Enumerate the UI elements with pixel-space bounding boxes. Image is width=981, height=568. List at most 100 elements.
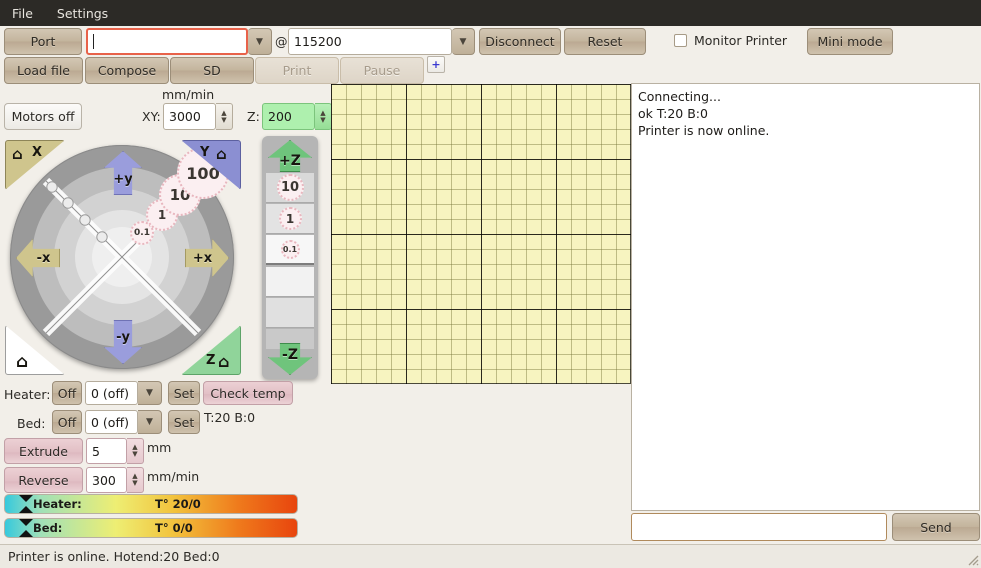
motors-off-button[interactable]: Motors off (4, 103, 82, 130)
xy-speed-label: XY: (142, 109, 161, 124)
gauge-marker-top-icon (19, 519, 33, 526)
home-icon: ⌂ (12, 145, 23, 163)
bed-off-button[interactable]: Off (52, 410, 82, 434)
heater-gauge-value: T° 20/0 (155, 497, 201, 511)
status-bar: Printer is online. Hotend:20 Bed:0 (0, 544, 981, 568)
z-step-10-cell[interactable]: 10 (266, 173, 314, 203)
stepper-down-icon: ▼ (320, 117, 325, 124)
z-step-10-button[interactable]: 10 (277, 174, 304, 201)
z-step-01-button[interactable]: 0.1 (281, 240, 300, 259)
jog-plus-y-label: +y (113, 172, 132, 187)
z-speed-label: Z: (247, 109, 260, 124)
command-input[interactable] (631, 513, 887, 541)
baud-dropdown-arrow[interactable]: ▼ (452, 28, 475, 55)
bed-label: Bed: (17, 416, 45, 431)
temperature-readout: T:20 B:0 (204, 410, 255, 425)
heater-temp-dropdown-arrow[interactable]: ▼ (138, 381, 162, 405)
z-speed-stepper[interactable]: ▲ ▼ (315, 103, 332, 130)
reset-button[interactable]: Reset (564, 28, 646, 55)
at-symbol: @ (275, 34, 288, 49)
console-log[interactable]: Connecting... ok T:20 B:0 Printer is now… (631, 83, 980, 511)
heater-label: Heater: (4, 387, 50, 402)
z-step-1-cell[interactable]: 1 (266, 204, 314, 234)
mini-mode-button[interactable]: Mini mode (807, 28, 893, 55)
reverse-speed-stepper[interactable]: ▲ ▼ (127, 467, 144, 493)
heater-off-button[interactable]: Off (52, 381, 82, 405)
z-neg-cell-1[interactable] (266, 267, 314, 297)
stepper-down-icon: ▼ (132, 451, 137, 458)
bed-gauge-value: T° 0/0 (155, 521, 193, 535)
add-panel-button[interactable]: + (427, 56, 445, 73)
reverse-speed-input[interactable]: 300 (86, 467, 127, 493)
sd-button[interactable]: SD (170, 57, 254, 84)
console-line: ok T:20 B:0 (638, 105, 973, 122)
xy-jog-dial[interactable]: +y -y -x +x 0.1 1 10 100 ⌂ X Y ⌂ ⌂ (2, 137, 244, 378)
text-caret (93, 34, 94, 49)
gauge-marker-bottom-icon (19, 530, 33, 537)
jog-plus-z-label: +Z (279, 153, 301, 169)
chevron-down-icon: ▼ (146, 388, 153, 398)
extrude-button[interactable]: Extrude (4, 438, 83, 464)
gauge-marker-top-icon (19, 495, 33, 502)
bed-set-button[interactable]: Set (168, 410, 200, 434)
z-jog-column[interactable]: +Z 10 1 0.1 -Z (266, 140, 314, 375)
console-line: Connecting... (638, 88, 973, 105)
z-step-label: 0.1 (283, 245, 297, 254)
reverse-units-label: mm/min (147, 469, 199, 484)
disconnect-button[interactable]: Disconnect (479, 28, 561, 55)
menu-file[interactable]: File (8, 4, 37, 23)
menubar: File Settings (0, 0, 981, 26)
stepper-down-icon: ▼ (221, 117, 226, 124)
port-input[interactable] (86, 28, 248, 55)
command-row: Send (631, 513, 980, 541)
bed-temperature-gauge: Bed: T° 0/0 (4, 518, 298, 538)
print-button[interactable]: Print (255, 57, 339, 84)
pronterface-window: File Settings Port ▼ @ 115200 ▼ Disconne… (0, 0, 981, 568)
heater-temperature-gauge: Heater: T° 20/0 (4, 494, 298, 514)
z-step-1-button[interactable]: 1 (279, 207, 302, 230)
check-temp-button[interactable]: Check temp (203, 381, 293, 405)
baud-input[interactable]: 115200 (288, 28, 452, 55)
z-step-01-cell[interactable]: 0.1 (266, 235, 314, 265)
stepper-down-icon: ▼ (132, 480, 137, 487)
port-button[interactable]: Port (4, 28, 82, 55)
z-neg-cell-2[interactable] (266, 298, 314, 328)
z-speed-input[interactable]: 200 (262, 103, 315, 130)
chevron-down-icon: ▼ (146, 417, 153, 427)
menu-settings[interactable]: Settings (53, 4, 112, 23)
reverse-button[interactable]: Reverse (4, 467, 83, 493)
compose-button[interactable]: Compose (85, 57, 169, 84)
pause-button[interactable]: Pause (340, 57, 424, 84)
xy-speed-stepper[interactable]: ▲ ▼ (216, 103, 233, 130)
gauge-marker-bottom-icon (19, 506, 33, 513)
home-icon: ⌂ (16, 352, 28, 372)
jog-minus-x-label: -x (37, 251, 51, 266)
z-step-label: 1 (286, 212, 294, 226)
heater-temp-input[interactable]: 0 (off) (85, 381, 138, 405)
bed-preview-panel[interactable] (331, 84, 631, 384)
bed-gauge-label: Bed: (33, 521, 62, 535)
load-file-button[interactable]: Load file (4, 57, 83, 84)
monitor-printer-checkbox[interactable] (674, 34, 687, 47)
heater-gauge-label: Heater: (33, 497, 82, 511)
resize-grip-icon[interactable] (965, 552, 979, 566)
xy-speed-input[interactable]: 3000 (163, 103, 216, 130)
extrude-amount-input[interactable]: 5 (86, 438, 127, 464)
chevron-down-icon: ▼ (460, 37, 467, 47)
bed-temp-input[interactable]: 0 (off) (85, 410, 138, 434)
bed-grid[interactable] (331, 84, 631, 384)
jog-plus-x-label: +x (193, 251, 212, 266)
monitor-printer-label: Monitor Printer (694, 33, 787, 48)
speed-units-label: mm/min (162, 87, 214, 102)
jog-minus-z-label: -Z (282, 347, 298, 363)
status-bar-text: Printer is online. Hotend:20 Bed:0 (8, 549, 220, 564)
monitor-printer-checkbox-row[interactable]: Monitor Printer (674, 33, 787, 48)
console-line: Printer is now online. (638, 122, 973, 139)
bed-temp-dropdown-arrow[interactable]: ▼ (138, 410, 162, 434)
port-dropdown-arrow[interactable]: ▼ (248, 28, 272, 55)
send-button[interactable]: Send (892, 513, 980, 541)
extrude-amount-stepper[interactable]: ▲ ▼ (127, 438, 144, 464)
home-x-label: X (32, 145, 42, 160)
home-z-label: Z (206, 353, 215, 368)
heater-set-button[interactable]: Set (168, 381, 200, 405)
